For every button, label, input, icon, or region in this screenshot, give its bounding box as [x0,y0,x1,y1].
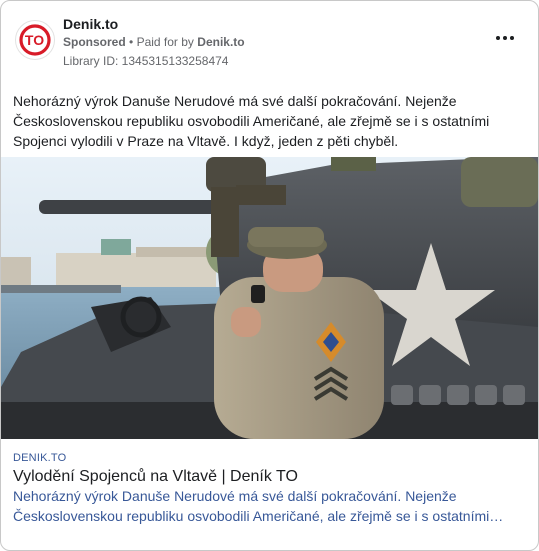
post-text: Nehorázný výrok Danuše Nerudové má své d… [13,93,490,149]
library-id: Library ID: 1345315133258474 [63,54,229,68]
link-source[interactable]: DENIK.TO [13,452,66,464]
sponsored-line: Sponsored • Paid for by Denik.to [63,35,245,49]
link-title[interactable]: Vylodění Spojenců na Vltavě | Deník TO [13,468,528,486]
denik-to-logo-icon: TO [19,24,51,56]
logo-text: TO [25,32,44,48]
ad-image[interactable]: GE [1,157,538,439]
tank-photo: GE [1,157,538,439]
sponsored-label: Sponsored [63,35,126,49]
paid-for-by-label: Paid for by [136,35,194,49]
advertiser-avatar[interactable]: TO [15,20,55,60]
meta-separator: • [129,35,134,49]
paid-for-by-name: Denik.to [197,35,245,49]
link-description[interactable]: Nehorázný výrok Danuše Nerudové má své d… [13,486,528,526]
ad-card: TO Denik.to Sponsored • Paid for by Deni… [0,0,539,551]
advertiser-name[interactable]: Denik.to [63,16,118,32]
more-options-icon[interactable] [496,33,516,43]
ad-header: TO Denik.to Sponsored • Paid for by Deni… [13,13,526,71]
